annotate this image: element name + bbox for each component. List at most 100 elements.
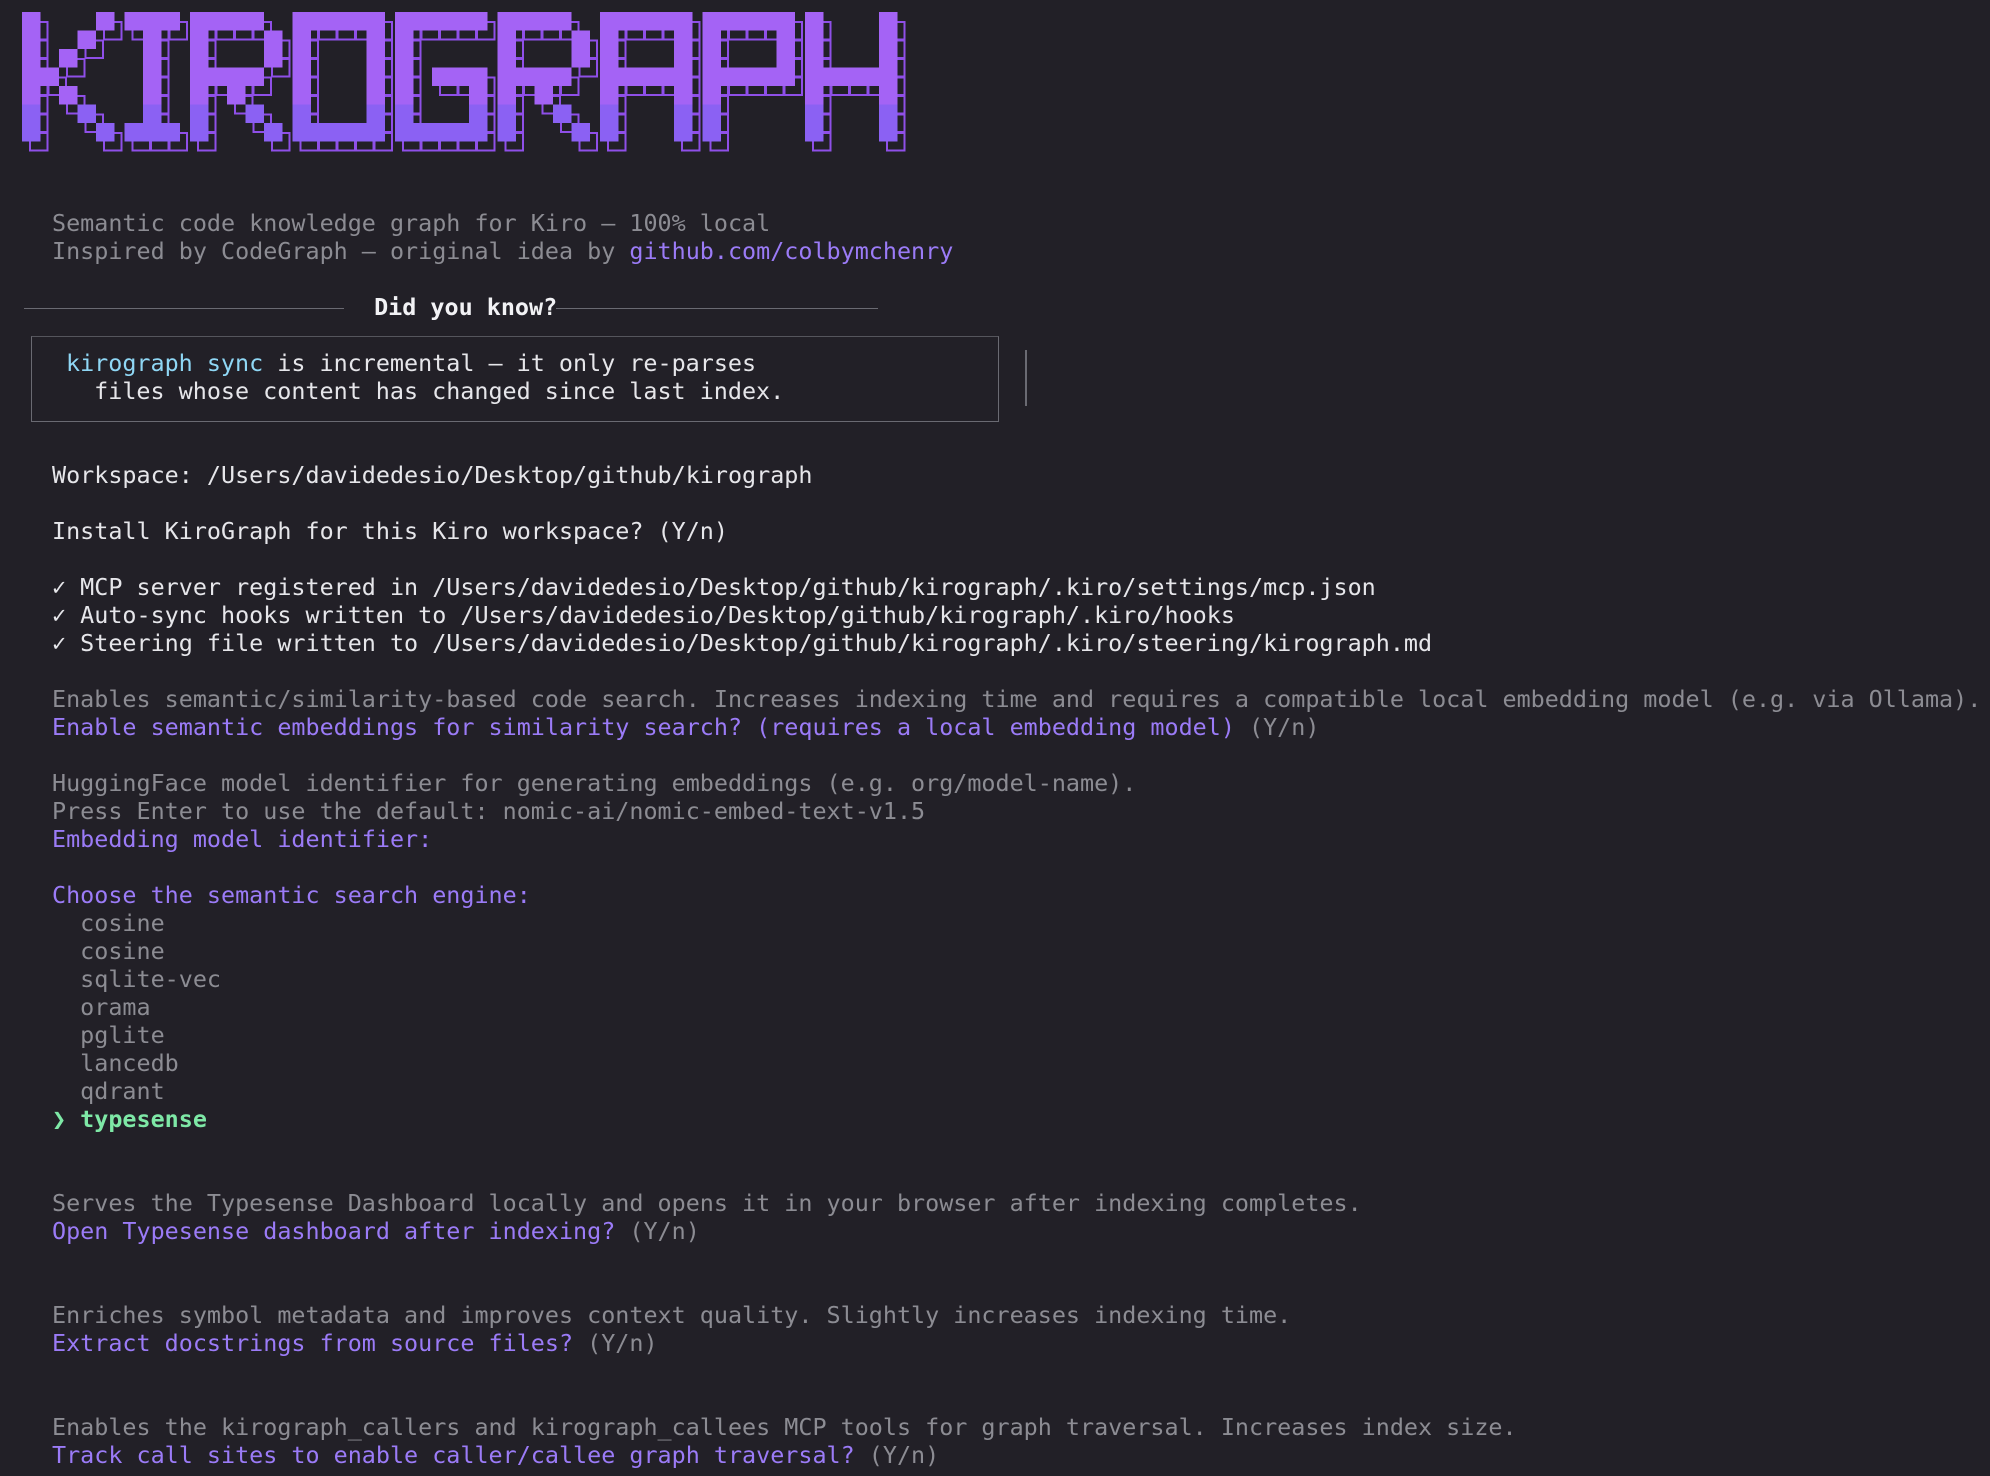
logo-pixel xyxy=(59,86,78,105)
logo-pixel xyxy=(395,30,414,49)
logo-pixel xyxy=(674,30,693,49)
logo-pixel xyxy=(600,12,619,31)
tip-line-2: files whose content has changed since la… xyxy=(66,377,785,405)
logo-pixel xyxy=(469,86,488,105)
logo-pixel xyxy=(329,12,348,31)
logo-pixel xyxy=(432,67,451,86)
logo-pixel xyxy=(805,123,824,142)
logo-pixel xyxy=(497,67,516,86)
callsites-description: Enables the kirograph_callers and kirogr… xyxy=(52,1413,1517,1441)
logo-pixel xyxy=(190,49,209,68)
logo-pixel xyxy=(22,49,41,68)
logo-pixel xyxy=(450,12,469,31)
install-prompt[interactable]: Install KiroGraph for this Kiro workspac… xyxy=(52,517,728,545)
logo-pixel xyxy=(245,67,264,86)
engine-option[interactable]: lancedb xyxy=(52,1049,179,1077)
logo-pixel xyxy=(758,12,777,31)
result-steering: ✓ Steering file written to /Users/davide… xyxy=(52,629,1433,657)
logo-pixel xyxy=(208,67,227,86)
logo-pixel xyxy=(805,12,824,31)
logo-pixel xyxy=(366,67,385,86)
logo-pixel xyxy=(22,123,41,142)
logo-pixel xyxy=(618,12,637,31)
tip-line-1-rest: is incremental — it only re-parses xyxy=(263,349,757,377)
logo-pixel xyxy=(469,123,488,142)
logo-pixel xyxy=(469,104,488,123)
dashboard-hint: (Y/n) xyxy=(615,1217,700,1245)
docstrings-prompt[interactable]: Extract docstrings from source files? (Y… xyxy=(52,1329,658,1357)
semantic-prompt[interactable]: Enable semantic embeddings for similarit… xyxy=(52,713,1319,741)
engine-option[interactable]: orama xyxy=(52,993,150,1021)
tip-line-1: kirograph sync is incremental — it only … xyxy=(66,349,756,377)
logo-pixel xyxy=(292,104,311,123)
logo-pixel xyxy=(190,123,209,142)
logo-pixel xyxy=(329,123,348,142)
logo-pixel xyxy=(655,67,674,86)
engine-option[interactable]: cosine xyxy=(52,909,165,937)
logo-pixel xyxy=(413,12,432,31)
logo-pixel xyxy=(497,49,516,68)
workspace-label: Workspace: xyxy=(52,461,207,489)
tip-side-bar xyxy=(1025,350,1027,406)
logo-pixel xyxy=(600,30,619,49)
docstrings-description: Enriches symbol metadata and improves co… xyxy=(52,1301,1292,1329)
logo-pixel xyxy=(571,30,590,49)
model-description-2: Press Enter to use the default: nomic-ai… xyxy=(52,797,926,825)
engine-option[interactable]: sqlite-vec xyxy=(52,965,221,993)
engine-option-selected[interactable]: ❯ typesense xyxy=(52,1105,207,1133)
model-description-1: HuggingFace model identifier for generat… xyxy=(52,769,1137,797)
logo-pixel xyxy=(879,86,898,105)
logo-pixel xyxy=(805,67,824,86)
logo-pixel xyxy=(702,104,721,123)
logo-pixel xyxy=(292,49,311,68)
logo-pixel xyxy=(59,49,78,68)
tip-title: Did you know? xyxy=(360,293,572,321)
github-link[interactable]: github.com/colbymchenry xyxy=(629,237,953,265)
logo-pixel xyxy=(674,12,693,31)
logo-pixel xyxy=(395,49,414,68)
logo-pixel xyxy=(805,30,824,49)
logo-pixel xyxy=(805,49,824,68)
logo-pixel xyxy=(143,49,162,68)
logo-pixel xyxy=(366,30,385,49)
logo-pixel xyxy=(40,67,59,86)
model-prompt[interactable]: Embedding model identifier: xyxy=(52,825,432,853)
engine-option[interactable]: qdrant xyxy=(52,1077,165,1105)
logo-pixel xyxy=(366,86,385,105)
logo-pixel xyxy=(432,123,451,142)
logo-pixel xyxy=(702,12,721,31)
dashboard-description: Serves the Typesense Dashboard locally a… xyxy=(52,1189,1362,1217)
logo-pixel xyxy=(190,67,209,86)
logo-pixel xyxy=(348,123,367,142)
engine-option[interactable]: pglite xyxy=(52,1021,165,1049)
logo-pixel xyxy=(143,104,162,123)
logo-pixel xyxy=(600,49,619,68)
logo-pixel xyxy=(534,86,553,105)
logo-pixel xyxy=(366,123,385,142)
logo-pixel xyxy=(776,49,795,68)
result-hooks: ✓ Auto-sync hooks written to /Users/davi… xyxy=(52,601,1235,629)
engine-option[interactable]: cosine xyxy=(52,937,165,965)
logo-pixel xyxy=(292,123,311,142)
logo-pixel xyxy=(143,123,162,142)
logo-pixel xyxy=(77,30,96,49)
logo-pixel xyxy=(758,67,777,86)
logo-pixel xyxy=(702,49,721,68)
logo-pixel xyxy=(739,67,758,86)
inspired-prefix: Inspired by CodeGraph — original idea by xyxy=(52,237,630,265)
logo-pixel xyxy=(143,86,162,105)
logo-pixel xyxy=(637,12,656,31)
dashboard-prompt[interactable]: Open Typesense dashboard after indexing?… xyxy=(52,1217,700,1245)
docstrings-hint: (Y/n) xyxy=(573,1329,658,1357)
logo-pixel xyxy=(124,123,143,142)
logo-pixel xyxy=(395,67,414,86)
logo-pixel xyxy=(292,12,311,31)
logo-pixel xyxy=(805,86,824,105)
logo-pixel xyxy=(516,67,535,86)
logo-pixel xyxy=(776,67,795,86)
callsites-prompt[interactable]: Track call sites to enable caller/callee… xyxy=(52,1441,939,1469)
logo-pixel xyxy=(702,67,721,86)
logo-pixel xyxy=(600,104,619,123)
logo-pixel xyxy=(674,67,693,86)
logo-pixel xyxy=(366,12,385,31)
